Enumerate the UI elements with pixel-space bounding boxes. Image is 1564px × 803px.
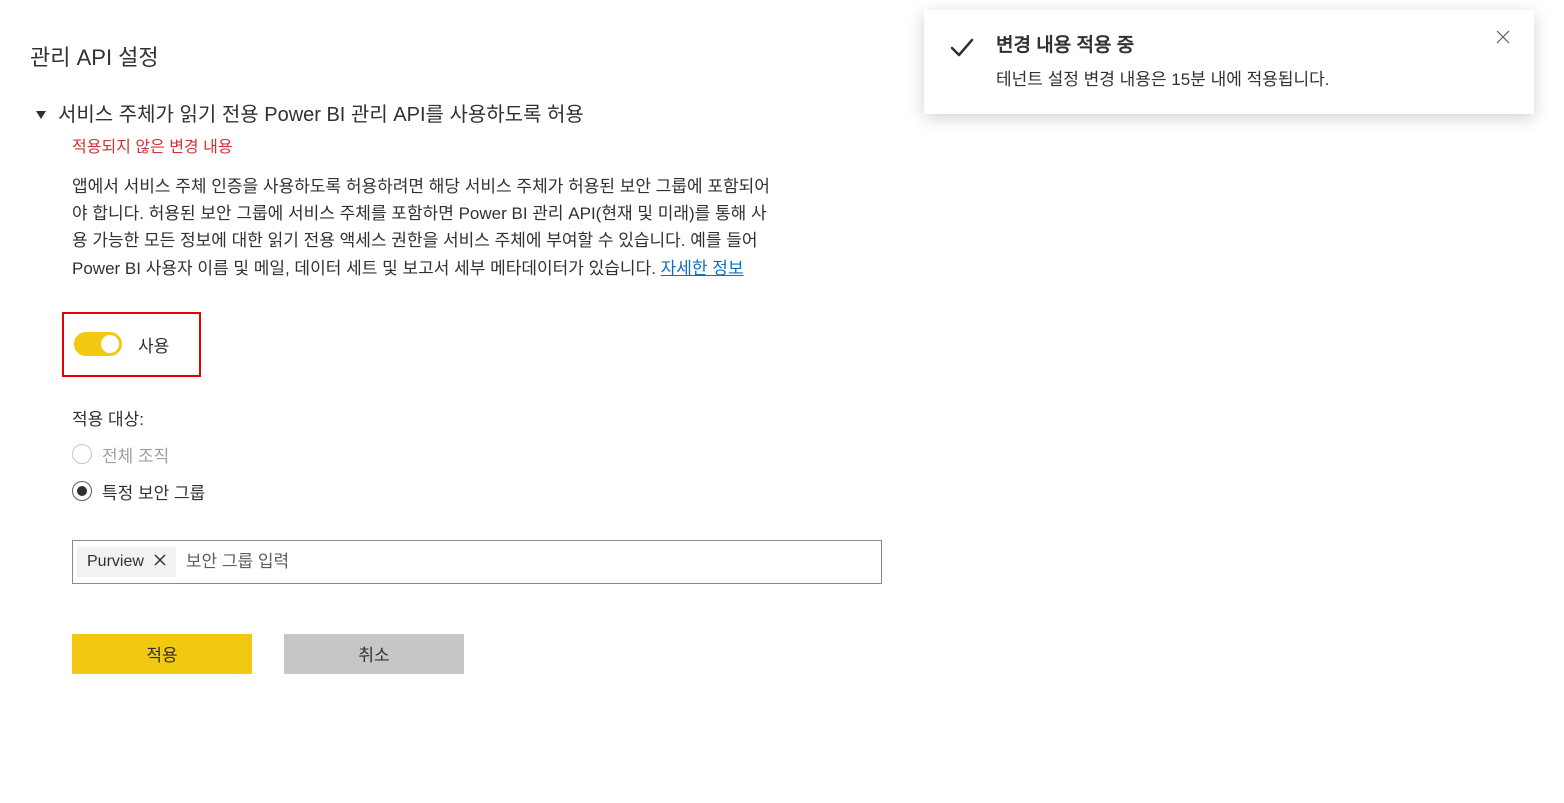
learn-more-link[interactable]: 자세한 정보 [661,259,744,278]
apply-to-label: 적용 대상: [72,405,870,430]
enable-toggle-label: 사용 [138,332,169,357]
section-title: 관리 API 설정 [30,40,870,72]
enable-toggle-highlight: 사용 [62,312,201,377]
apply-button[interactable]: 적용 [72,634,252,674]
setting-title: 서비스 주체가 읽기 전용 Power BI 관리 API를 사용하도록 허용 [58,98,584,127]
security-group-input[interactable] [176,552,877,572]
cancel-button[interactable]: 취소 [284,634,464,674]
setting-description: 앱에서 서비스 주체 인증을 사용하도록 허용하려면 해당 서비스 주체가 허용… [72,173,772,282]
setting-header-row[interactable]: 서비스 주체가 읽기 전용 Power BI 관리 API를 사용하도록 허용 [36,98,870,127]
radio-specific-groups-row[interactable]: 특정 보안 그룹 [72,479,870,504]
remove-chip-icon[interactable] [154,554,166,570]
radio-specific-groups-label: 특정 보안 그룹 [102,479,205,504]
toggle-knob-icon [101,335,119,353]
close-icon[interactable] [1496,30,1510,48]
radio-dot-icon [77,486,87,496]
toast-message: 테넌트 설정 변경 내용은 15분 내에 적용됩니다. [996,65,1476,90]
security-group-chip: Purview [77,547,176,577]
checkmark-icon [948,34,976,65]
radio-entire-org-row: 전체 조직 [72,442,870,467]
setting-block: 서비스 주체가 읽기 전용 Power BI 관리 API를 사용하도록 허용 … [30,98,870,674]
radio-entire-org-label: 전체 조직 [102,442,169,467]
toast-notification: 변경 내용 적용 중 테넌트 설정 변경 내용은 15분 내에 적용됩니다. [924,10,1534,114]
security-group-input-wrap[interactable]: Purview [72,540,882,584]
button-row: 적용 취소 [72,634,870,674]
toast-title: 변경 내용 적용 중 [996,30,1476,57]
caret-down-icon [36,110,46,124]
enable-toggle[interactable] [74,332,122,356]
radio-specific-groups[interactable] [72,481,92,501]
unsaved-changes-label: 적용되지 않은 변경 내용 [72,133,870,157]
radio-entire-org [72,444,92,464]
security-group-chip-label: Purview [87,553,144,571]
toast-body: 변경 내용 적용 중 테넌트 설정 변경 내용은 15분 내에 적용됩니다. [996,30,1476,90]
